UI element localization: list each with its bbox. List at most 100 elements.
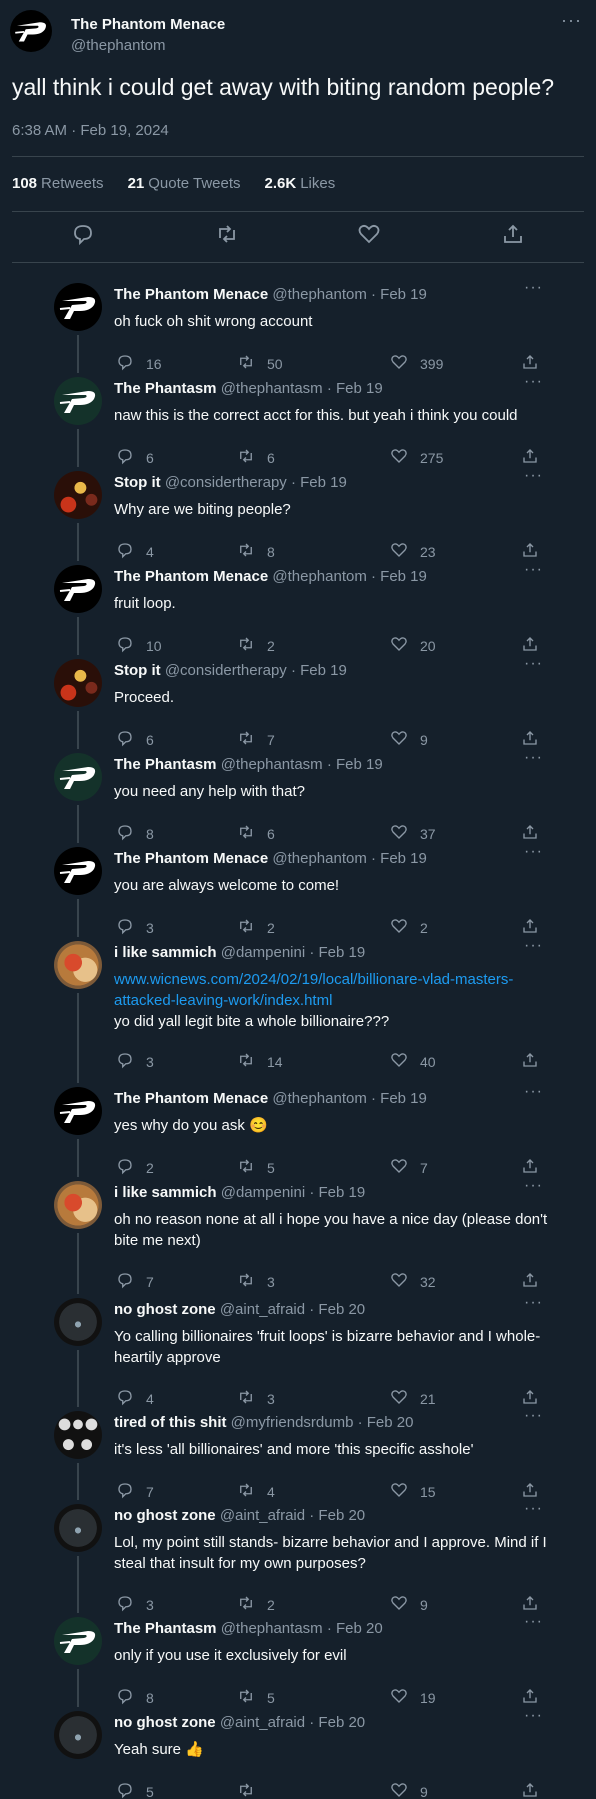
like-button[interactable]: 20: [390, 635, 436, 656]
share-button[interactable]: [521, 1051, 539, 1072]
share-button[interactable]: [521, 447, 539, 468]
share-button[interactable]: [521, 635, 539, 656]
more-options-icon[interactable]: ···: [524, 1407, 543, 1425]
avatar[interactable]: [54, 1181, 102, 1229]
reply-button[interactable]: 4: [116, 1388, 154, 1409]
more-options-icon[interactable]: ···: [524, 1613, 543, 1631]
like-button[interactable]: 40: [390, 1051, 436, 1072]
more-options-icon[interactable]: ···: [524, 561, 543, 579]
reply-button[interactable]: 8: [116, 823, 154, 844]
reply-button[interactable]: 5: [116, 1781, 154, 1799]
author-meta[interactable]: @thephantom · Feb 19: [272, 850, 426, 867]
more-options-icon[interactable]: ···: [524, 1707, 543, 1725]
author-meta[interactable]: @thephantasm · Feb 20: [221, 1620, 383, 1637]
share-button[interactable]: [521, 729, 539, 750]
avatar[interactable]: [54, 377, 102, 425]
likes-stat[interactable]: 2.6K Likes: [265, 175, 336, 192]
avatar[interactable]: [54, 565, 102, 613]
like-button[interactable]: 9: [390, 1594, 428, 1615]
author-meta[interactable]: @dampenini · Feb 19: [221, 1184, 365, 1201]
avatar[interactable]: [54, 1087, 102, 1135]
reply-button[interactable]: 6: [116, 729, 154, 750]
retweet-button[interactable]: 14: [237, 1051, 283, 1072]
reply-button[interactable]: 3: [116, 1594, 154, 1615]
reply-button[interactable]: 4: [116, 541, 154, 562]
more-options-icon[interactable]: ···: [561, 10, 582, 31]
retweet-button[interactable]: 8: [237, 541, 275, 562]
author-name[interactable]: no ghost zone: [114, 1507, 216, 1524]
retweet-button[interactable]: 7: [237, 729, 275, 750]
share-button[interactable]: [521, 1388, 539, 1409]
author-name[interactable]: The Phantasm: [114, 1620, 217, 1637]
author-meta[interactable]: @considertherapy · Feb 19: [165, 474, 347, 491]
author-name[interactable]: The Phantom Menace: [114, 568, 268, 585]
quotes-stat[interactable]: 21 Quote Tweets: [128, 175, 241, 192]
avatar[interactable]: [54, 1617, 102, 1665]
author-name[interactable]: i like sammich: [114, 1184, 217, 1201]
author-name[interactable]: Stop it: [114, 474, 161, 491]
author-name[interactable]: The Phantasm: [114, 380, 217, 397]
author-name[interactable]: The Phantom Menace: [114, 286, 268, 303]
avatar[interactable]: [54, 283, 102, 331]
share-button[interactable]: [521, 917, 539, 938]
author-name[interactable]: no ghost zone: [114, 1714, 216, 1731]
reply-button[interactable]: 6: [116, 447, 154, 468]
share-button[interactable]: [521, 1781, 539, 1799]
share-icon[interactable]: [501, 222, 525, 246]
retweet-button[interactable]: [237, 1781, 267, 1799]
share-button[interactable]: [521, 1157, 539, 1178]
avatar[interactable]: [54, 659, 102, 707]
link[interactable]: www.wicnews.com/2024/02/19/local/billion…: [114, 969, 554, 990]
author-meta[interactable]: @aint_afraid · Feb 20: [220, 1301, 365, 1318]
more-options-icon[interactable]: ···: [524, 937, 543, 955]
like-button[interactable]: 15: [390, 1481, 436, 1502]
author-name[interactable]: no ghost zone: [114, 1301, 216, 1318]
author-meta[interactable]: @dampenini · Feb 19: [221, 944, 365, 961]
share-button[interactable]: [521, 541, 539, 562]
more-options-icon[interactable]: ···: [524, 467, 543, 485]
reply-button[interactable]: 3: [116, 1051, 154, 1072]
share-button[interactable]: [521, 1594, 539, 1615]
retweet-button[interactable]: 2: [237, 917, 275, 938]
avatar[interactable]: [54, 1411, 102, 1459]
like-button[interactable]: 19: [390, 1687, 436, 1708]
author-name[interactable]: tired of this shit: [114, 1414, 227, 1431]
reply-button[interactable]: 2: [116, 1157, 154, 1178]
more-options-icon[interactable]: ···: [524, 843, 543, 861]
retweet-button[interactable]: 2: [237, 1594, 275, 1615]
retweet-button[interactable]: 2: [237, 635, 275, 656]
author-name[interactable]: The Phantom Menace: [114, 850, 268, 867]
like-button[interactable]: 9: [390, 729, 428, 750]
more-options-icon[interactable]: ···: [524, 655, 543, 673]
main-author-name[interactable]: The Phantom Menace: [71, 16, 225, 33]
retweets-stat[interactable]: 108 Retweets: [12, 175, 104, 192]
more-options-icon[interactable]: ···: [524, 1500, 543, 1518]
reply-button[interactable]: 8: [116, 1687, 154, 1708]
like-icon[interactable]: [357, 222, 381, 246]
main-avatar[interactable]: [10, 10, 52, 52]
share-button[interactable]: [521, 1481, 539, 1502]
reply-icon[interactable]: [71, 222, 95, 246]
author-meta[interactable]: @thephantom · Feb 19: [272, 568, 426, 585]
avatar[interactable]: [54, 1711, 102, 1759]
share-button[interactable]: [521, 1271, 539, 1292]
author-meta[interactable]: @aint_afraid · Feb 20: [220, 1714, 365, 1731]
author-name[interactable]: The Phantom Menace: [114, 1090, 268, 1107]
avatar[interactable]: [54, 941, 102, 989]
author-name[interactable]: i like sammich: [114, 944, 217, 961]
more-options-icon[interactable]: ···: [524, 1294, 543, 1312]
reply-button[interactable]: 10: [116, 635, 162, 656]
retweet-icon[interactable]: [215, 222, 239, 246]
avatar[interactable]: [54, 1504, 102, 1552]
more-options-icon[interactable]: ···: [524, 1083, 543, 1101]
avatar[interactable]: [54, 471, 102, 519]
reply-button[interactable]: 3: [116, 917, 154, 938]
avatar[interactable]: [54, 753, 102, 801]
like-button[interactable]: 21: [390, 1388, 436, 1409]
like-button[interactable]: 32: [390, 1271, 436, 1292]
like-button[interactable]: 37: [390, 823, 436, 844]
retweet-button[interactable]: 6: [237, 447, 275, 468]
retweet-button[interactable]: 5: [237, 1687, 275, 1708]
retweet-button[interactable]: 3: [237, 1271, 275, 1292]
like-button[interactable]: 7: [390, 1157, 428, 1178]
